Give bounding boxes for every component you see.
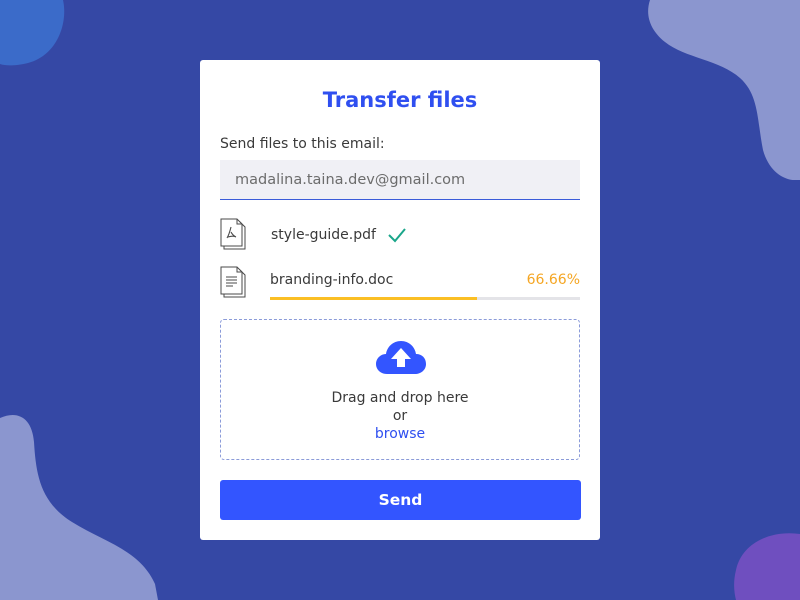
email-label: Send files to this email: [220, 136, 385, 152]
drop-zone[interactable]: Drag and drop here or browse [220, 319, 580, 460]
send-button[interactable]: Send [220, 480, 581, 520]
background-blob-bottom-right [734, 533, 800, 600]
background-blob-top-right [648, 0, 800, 180]
upload-percentage: 66.66% [526, 272, 580, 288]
file-row-branding-info: branding-info.doc 66.66% [220, 266, 580, 302]
doc-file-icon [220, 266, 246, 298]
email-field[interactable] [220, 160, 580, 200]
browse-link[interactable]: browse [221, 426, 579, 442]
card-title: Transfer files [322, 88, 478, 112]
or-separator: or [392, 408, 408, 424]
file-name: style-guide.pdf [271, 227, 376, 243]
background-blob-top-left [0, 0, 65, 66]
upload-progress-bar [270, 297, 580, 300]
upload-progress-fill [270, 297, 477, 300]
file-name: branding-info.doc [270, 272, 394, 288]
checkmark-icon [388, 228, 406, 243]
transfer-card: Transfer files Send files to this email:… [200, 60, 600, 540]
drop-instructions: Drag and drop here [331, 390, 469, 406]
background-blob-bottom-left [0, 415, 158, 600]
cloud-upload-icon [376, 341, 426, 374]
file-row-style-guide: style-guide.pdf [220, 218, 580, 254]
pdf-file-icon [220, 218, 246, 250]
